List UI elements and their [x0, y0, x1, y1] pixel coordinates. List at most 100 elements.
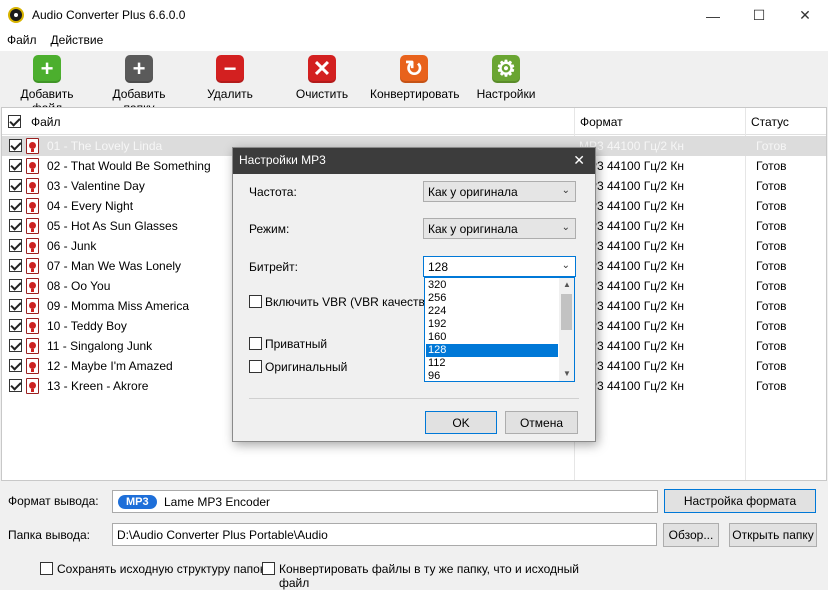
audio-file-icon — [26, 158, 39, 174]
original-label: Оригинальный — [265, 360, 348, 374]
original-checkbox[interactable] — [249, 360, 262, 373]
vbr-label: Включить VBR (VBR качество:) — [265, 295, 439, 309]
dialog-close-button[interactable]: ✕ — [573, 152, 585, 169]
audio-file-icon — [26, 198, 39, 214]
bitrate-dropdown-list[interactable]: 320 256 224 192 160 128 112 96 ▲ ▼ — [424, 277, 575, 382]
scroll-down-icon[interactable]: ▼ — [563, 369, 571, 378]
clear-label: Очистить — [295, 87, 349, 101]
bitrate-option[interactable]: 112 — [426, 357, 558, 370]
audio-file-icon — [26, 298, 39, 314]
keep-structure-checkbox[interactable] — [40, 562, 53, 575]
close-window-button[interactable]: ✕ — [782, 0, 828, 31]
output-format-select[interactable]: MP3 Lame MP3 Encoder — [112, 490, 658, 513]
output-format-value: Lame MP3 Encoder — [164, 495, 271, 509]
row-checkbox[interactable] — [9, 139, 22, 152]
audio-file-icon — [26, 238, 39, 254]
window-title: Audio Converter Plus 6.6.0.0 — [32, 8, 186, 22]
keep-structure-label: Сохранять исходную структуру папок — [57, 562, 266, 576]
row-file-name: 06 - Junk — [47, 239, 97, 253]
ok-button[interactable]: OK — [425, 411, 497, 434]
row-status: Готов — [756, 259, 787, 273]
menu-file[interactable]: Файл — [0, 31, 44, 51]
browse-button[interactable]: Обзор... — [663, 523, 719, 547]
row-checkbox[interactable] — [9, 379, 22, 392]
minimize-button[interactable]: — — [690, 0, 736, 31]
clear-button[interactable]: ✕ Очистить — [292, 55, 352, 101]
dropdown-scrollbar[interactable]: ▲ ▼ — [559, 278, 574, 381]
remove-button[interactable]: − Удалить — [200, 55, 260, 101]
menu-bar: Файл Действие — [0, 31, 828, 51]
bitrate-option[interactable]: 96 — [426, 370, 558, 383]
format-badge: MP3 — [118, 495, 157, 509]
vbr-checkbox[interactable] — [249, 295, 262, 308]
row-checkbox[interactable] — [9, 339, 22, 352]
row-checkbox[interactable] — [9, 239, 22, 252]
row-checkbox[interactable] — [9, 299, 22, 312]
output-folder-input[interactable]: D:\Audio Converter Plus Portable\Audio — [112, 523, 657, 546]
mp3-settings-dialog: Настройки MP3 ✕ Частота: Как у оригинала… — [232, 147, 596, 442]
scrollbar-thumb[interactable] — [561, 294, 572, 330]
row-status: Готов — [756, 179, 787, 193]
convert-label: Конвертировать — [370, 87, 460, 101]
settings-button[interactable]: ⚙ Настройки — [474, 55, 538, 101]
select-all-checkbox[interactable] — [8, 115, 21, 128]
bitrate-option[interactable]: 224 — [426, 305, 558, 318]
row-status: Готов — [756, 319, 787, 333]
mode-select[interactable]: Как у оригинала ⌄ — [423, 218, 576, 239]
convert-button[interactable]: ↻ Конвертировать — [370, 55, 460, 101]
keep-structure-option[interactable]: Сохранять исходную структуру папок — [40, 562, 280, 578]
chevron-down-icon: ⌄ — [561, 185, 570, 196]
row-checkbox[interactable] — [9, 279, 22, 292]
original-option[interactable]: Оригинальный — [249, 359, 419, 375]
header-file[interactable]: Файл — [31, 115, 61, 129]
row-status: Готов — [756, 379, 787, 393]
scroll-up-icon[interactable]: ▲ — [563, 280, 571, 289]
row-checkbox[interactable] — [9, 219, 22, 232]
add-folder-button[interactable]: + Добавить папку — [96, 55, 182, 115]
same-folder-option[interactable]: Конвертировать файлы в ту же папку, что … — [262, 562, 602, 590]
menu-action[interactable]: Действие — [44, 31, 111, 51]
audio-file-icon — [26, 278, 39, 294]
row-checkbox[interactable] — [9, 199, 22, 212]
header-format[interactable]: Формат — [580, 115, 623, 129]
row-file-name: 11 - Singalong Junk — [47, 339, 153, 353]
bitrate-option[interactable]: 320 — [426, 279, 558, 292]
bitrate-option[interactable]: 192 — [426, 318, 558, 331]
audio-file-icon — [26, 138, 39, 154]
frequency-select[interactable]: Как у оригинала ⌄ — [423, 181, 576, 202]
row-checkbox[interactable] — [9, 159, 22, 172]
bitrate-select[interactable]: 128 ⌄ — [423, 256, 576, 277]
same-folder-checkbox[interactable] — [262, 562, 275, 575]
maximize-button[interactable]: ☐ — [736, 0, 782, 31]
row-file-name: 07 - Man We Was Lonely — [47, 259, 182, 273]
row-status: Готов — [756, 299, 787, 313]
row-checkbox[interactable] — [9, 359, 22, 372]
row-status: Готов — [756, 239, 787, 253]
cancel-button[interactable]: Отмена — [505, 411, 578, 434]
format-settings-button[interactable]: Настройка формата — [664, 489, 816, 513]
row-file-name: 04 - Every Night — [47, 199, 134, 213]
chevron-down-icon: ⌄ — [561, 222, 570, 233]
open-folder-button[interactable]: Открыть папку — [729, 523, 817, 547]
add-file-button[interactable]: + Добавить файл — [6, 55, 88, 115]
row-checkbox[interactable] — [9, 259, 22, 272]
audio-file-icon — [26, 258, 39, 274]
vbr-option[interactable]: Включить VBR (VBR качество:) — [249, 294, 439, 310]
output-folder-label: Папка вывода: — [8, 528, 90, 542]
row-checkbox[interactable] — [9, 319, 22, 332]
remove-icon: − — [216, 55, 244, 83]
row-file-name: 03 - Valentine Day — [47, 179, 145, 193]
private-checkbox[interactable] — [249, 337, 262, 350]
row-status: Готов — [756, 139, 787, 153]
row-file-name: 01 - The Lovely Linda — [47, 139, 163, 153]
output-folder-value: D:\Audio Converter Plus Portable\Audio — [117, 528, 328, 542]
bitrate-option[interactable]: 256 — [426, 292, 558, 305]
row-checkbox[interactable] — [9, 179, 22, 192]
row-status: Готов — [756, 339, 787, 353]
header-status[interactable]: Статус — [751, 115, 789, 129]
private-option[interactable]: Приватный — [249, 336, 419, 352]
row-status: Готов — [756, 199, 787, 213]
bitrate-option[interactable]: 160 — [426, 331, 558, 344]
bitrate-option[interactable]: 128 — [426, 344, 558, 357]
frequency-label: Частота: — [249, 185, 297, 199]
